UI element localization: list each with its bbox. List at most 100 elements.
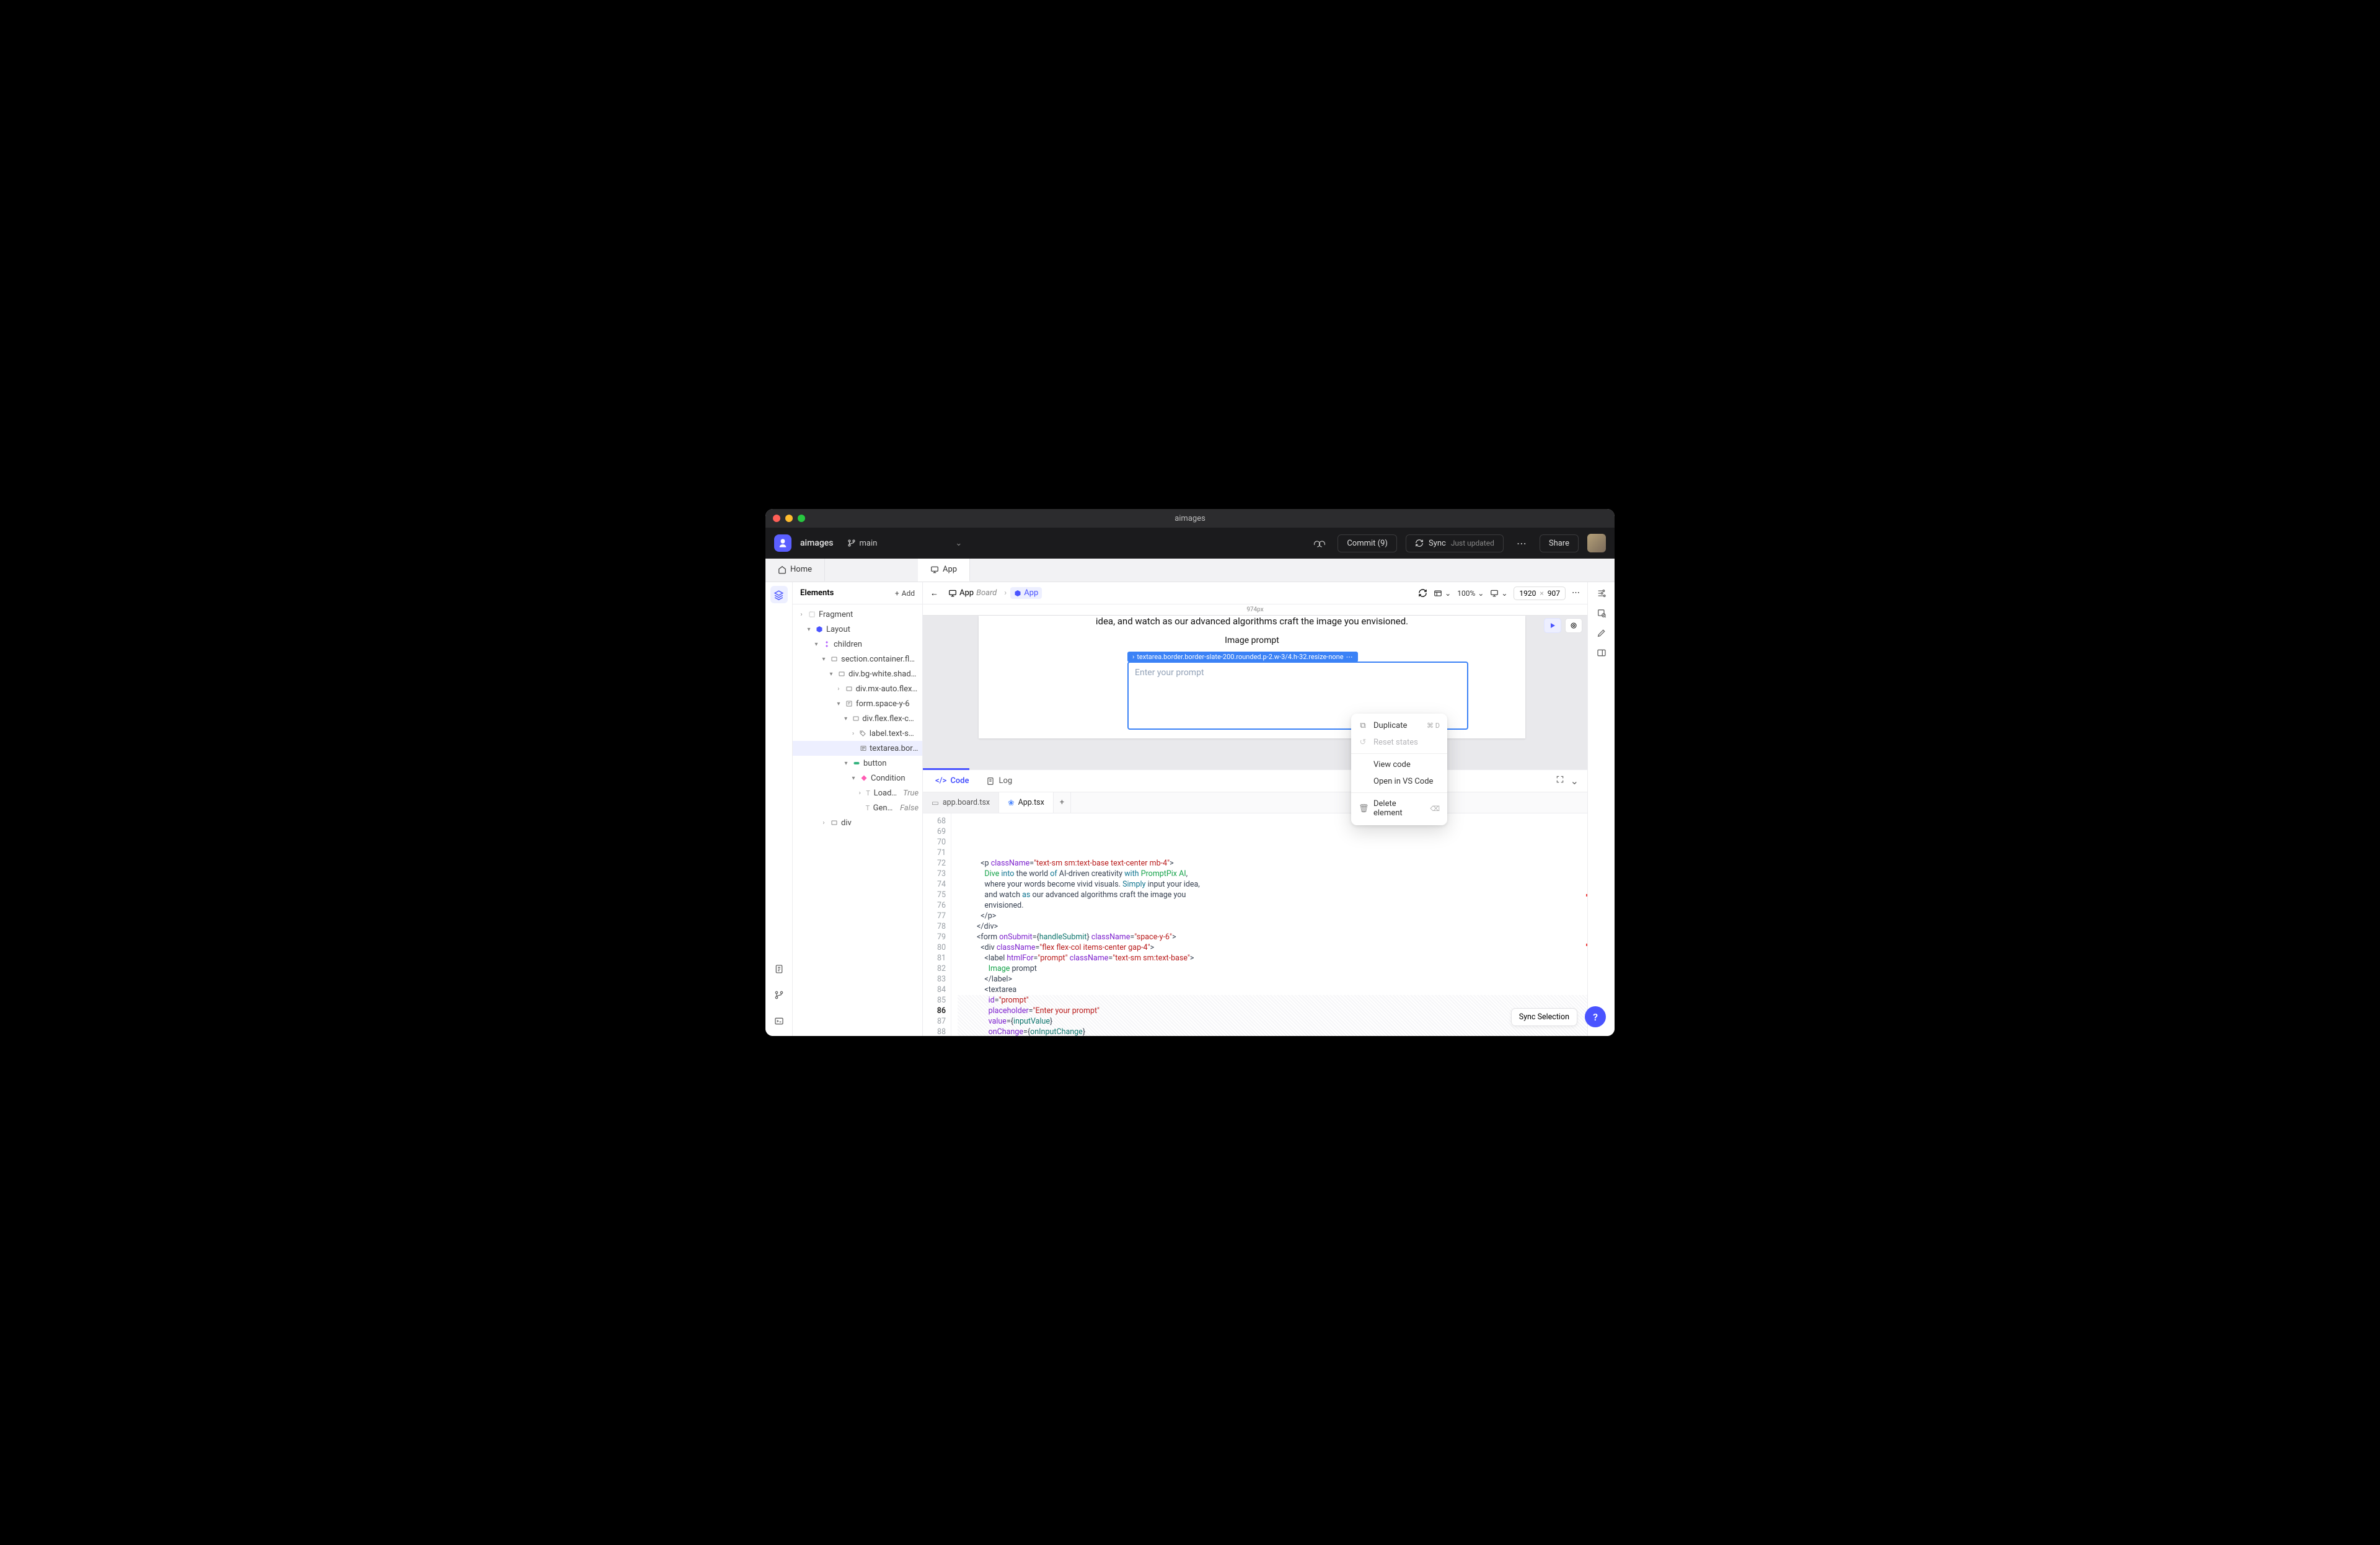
selection-chip[interactable]: › textarea.border.border-slate-200.round… bbox=[1127, 652, 1358, 662]
canvas-actions bbox=[1544, 618, 1582, 633]
sync-button[interactable]: Sync Just updated bbox=[1406, 534, 1504, 552]
file-tabs: ▭ app.board.tsx ❀ App.tsx + bbox=[923, 792, 1587, 813]
left-rail bbox=[765, 582, 793, 1036]
chevron-down-icon: ⌄ bbox=[1478, 589, 1484, 598]
page-tabs: Home App bbox=[765, 559, 1615, 582]
tab-app[interactable]: App bbox=[918, 559, 970, 582]
tree-item[interactable]: ▾div.bg-white.shad… bbox=[793, 666, 922, 681]
menu-item: ↺Reset states bbox=[1351, 734, 1447, 751]
inspect-icon[interactable] bbox=[1597, 608, 1606, 618]
commit-button[interactable]: Commit (9) bbox=[1338, 534, 1397, 552]
back-button[interactable]: ← bbox=[930, 588, 938, 598]
breadcrumb: App Board › App bbox=[945, 587, 1042, 599]
tree-item[interactable]: TGenerateFalse bbox=[793, 800, 922, 815]
dimensions-input[interactable]: 1920 × 907 bbox=[1514, 587, 1566, 600]
branch-selector[interactable]: main ⌄ bbox=[847, 539, 963, 548]
layout-selector[interactable]: ⌄ bbox=[1434, 589, 1451, 598]
more-icon: ⋯ bbox=[1346, 653, 1353, 661]
avatar[interactable] bbox=[1587, 534, 1606, 552]
plus-icon: + bbox=[895, 589, 899, 598]
chevron-down-icon: ⌄ bbox=[1501, 589, 1507, 598]
close-icon[interactable] bbox=[773, 515, 780, 522]
canvas[interactable]: 974px idea, and watch as our advanced al… bbox=[923, 604, 1587, 769]
elements-sidebar: Elements + Add ›Fragment▾Layout▾children… bbox=[793, 582, 923, 1036]
tree-item[interactable]: ▾section.container.fl… bbox=[793, 652, 922, 666]
zoom-selector[interactable]: 100% ⌄ bbox=[1457, 589, 1484, 598]
more-icon[interactable]: ⋯ bbox=[1512, 534, 1531, 552]
sliders-icon[interactable] bbox=[1597, 588, 1606, 598]
tree-item[interactable]: ▾button bbox=[793, 756, 922, 771]
chevron-down-icon: ⌄ bbox=[955, 539, 962, 548]
project-name[interactable]: aimages bbox=[800, 538, 834, 548]
menu-item[interactable]: ⧉Duplicate⌘ D bbox=[1351, 717, 1447, 734]
sync-selection-button[interactable]: Sync Selection bbox=[1511, 1008, 1577, 1026]
bottom-panel: </> Code Log ⌄ bbox=[923, 769, 1587, 1036]
layers-icon[interactable] bbox=[770, 586, 788, 603]
home-icon bbox=[778, 565, 787, 574]
main: Elements + Add ›Fragment▾Layout▾children… bbox=[765, 582, 1615, 1036]
gutter: 6869707172737475767778798081828384858687… bbox=[923, 813, 951, 1036]
undo-redo[interactable] bbox=[1310, 534, 1329, 552]
tab-code[interactable]: </> Code bbox=[927, 770, 977, 792]
tree-item[interactable]: ▾Condition bbox=[793, 771, 922, 786]
share-button[interactable]: Share bbox=[1540, 534, 1579, 552]
add-button[interactable]: + Add bbox=[895, 589, 915, 598]
chevron-down-icon[interactable]: ⌄ bbox=[1571, 775, 1579, 787]
tree-item[interactable]: ▾Layout bbox=[793, 622, 922, 637]
device-selector[interactable]: ⌄ bbox=[1490, 589, 1507, 598]
tree-item[interactable]: ▾form.space-y-6 bbox=[793, 696, 922, 711]
panels-icon[interactable] bbox=[1597, 648, 1606, 658]
refresh-icon[interactable] bbox=[1418, 588, 1427, 598]
new-file-button[interactable]: + bbox=[1054, 792, 1071, 813]
window-title: aimages bbox=[765, 514, 1615, 523]
file-tab-board[interactable]: ▭ app.board.tsx bbox=[923, 792, 999, 813]
titlebar: aimages bbox=[765, 509, 1615, 528]
tree-item[interactable]: textarea.bord… bbox=[793, 741, 922, 756]
help-button[interactable]: ? bbox=[1585, 1006, 1606, 1027]
tree-item[interactable]: ›div.mx-auto.flex.… bbox=[793, 681, 922, 696]
logo-icon[interactable] bbox=[774, 534, 791, 552]
menu-item[interactable]: 🗑Delete element⌫ bbox=[1351, 795, 1447, 821]
branch-name: main bbox=[860, 539, 878, 548]
edit-icon[interactable] bbox=[1597, 628, 1606, 638]
play-icon[interactable] bbox=[1544, 618, 1561, 633]
prompt-label: Image prompt bbox=[1010, 635, 1494, 645]
chevron-right-icon: › bbox=[1132, 653, 1134, 661]
code-editor[interactable]: 6869707172737475767778798081828384858687… bbox=[923, 813, 1587, 1036]
traffic-lights bbox=[773, 515, 805, 522]
tab-home[interactable]: Home bbox=[765, 559, 825, 582]
zoom-icon[interactable] bbox=[798, 515, 805, 522]
sidebar-header: Elements + Add bbox=[793, 582, 922, 604]
tab-log[interactable]: Log bbox=[977, 770, 1021, 792]
chevron-right-icon: › bbox=[1004, 588, 1007, 598]
sync-status: Just updated bbox=[1451, 539, 1494, 547]
log-icon bbox=[986, 777, 995, 786]
description-text: idea, and watch as our advanced algorith… bbox=[1010, 616, 1494, 627]
canvas-column: ← App Board › App bbox=[923, 582, 1587, 1036]
file-tab-app[interactable]: ❀ App.tsx bbox=[999, 792, 1054, 813]
tree-item[interactable]: ▾children bbox=[793, 637, 922, 652]
tree-item[interactable]: ›div bbox=[793, 815, 922, 830]
menu-item[interactable]: Open in VS Code bbox=[1351, 773, 1447, 790]
git-icon[interactable] bbox=[770, 986, 788, 1004]
crumb-board[interactable]: App Board bbox=[945, 587, 1000, 599]
fullscreen-icon[interactable] bbox=[1556, 775, 1564, 787]
tree-item[interactable]: ›label.text-sm.… bbox=[793, 726, 922, 741]
target-icon[interactable] bbox=[1565, 618, 1582, 633]
bottom-tabs: </> Code Log ⌄ bbox=[923, 770, 1587, 792]
context-menu: ⧉Duplicate⌘ D↺Reset states View codeOpen … bbox=[1351, 714, 1447, 825]
board-icon: ▭ bbox=[932, 798, 939, 808]
terminal-icon[interactable] bbox=[770, 1012, 788, 1030]
menu-item[interactable]: View code bbox=[1351, 756, 1447, 773]
top-toolbar: aimages main ⌄ Commit (9) Sync Just upda… bbox=[765, 528, 1615, 559]
element-tree[interactable]: ›Fragment▾Layout▾children▾section.contai… bbox=[793, 604, 922, 1036]
monitor-icon bbox=[930, 565, 939, 574]
code-body[interactable]: <p className="text-sm sm:text-base text-… bbox=[951, 813, 1587, 1036]
more-icon[interactable]: ⋯ bbox=[1572, 588, 1580, 598]
tree-item[interactable]: ›Fragment bbox=[793, 607, 922, 622]
tree-item[interactable]: ▾div.flex.flex-col.… bbox=[793, 711, 922, 726]
minimize-icon[interactable] bbox=[785, 515, 793, 522]
crumb-app[interactable]: App bbox=[1010, 587, 1042, 599]
tree-item[interactable]: ›TLoading…True bbox=[793, 786, 922, 800]
notes-icon[interactable] bbox=[770, 960, 788, 978]
